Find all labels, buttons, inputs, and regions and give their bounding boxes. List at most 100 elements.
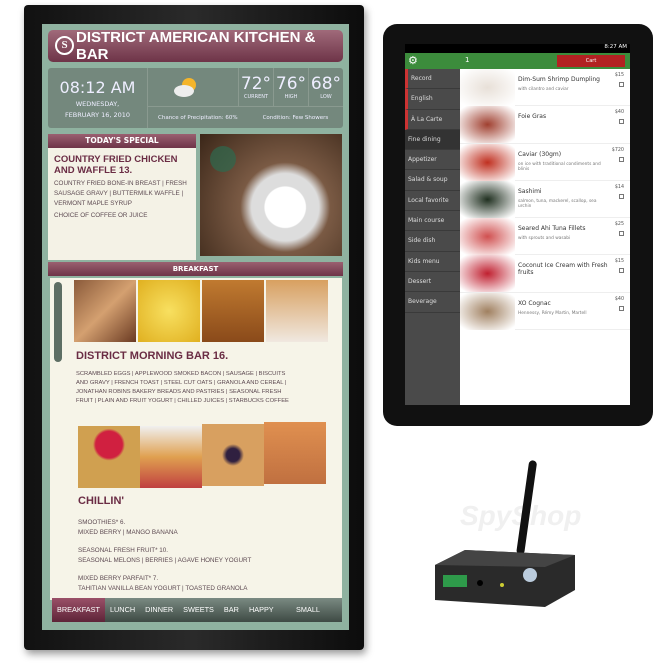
date: FEBRUARY 16, 2010 [64, 111, 131, 119]
food-image [202, 424, 264, 486]
item-checkbox[interactable] [619, 156, 624, 162]
chillin-items: SMOOTHIES* 6. MIXED BERRY | MANGO BANANA … [78, 518, 278, 594]
food-thumbnail [460, 292, 515, 330]
signage-screen: S DISTRICT AMERICAN KITCHEN & BAR 08:12 … [42, 24, 349, 630]
menu-item: SEASONAL FRESH FRUIT* 10. SEASONAL MELONS… [78, 547, 252, 564]
table-number: 1 [465, 56, 470, 64]
menu-list: Dim-Sum Shrimp Dumpling with cilantro and… [460, 69, 630, 331]
tablet-toolbar: ⚙ 1 Cart [405, 53, 630, 69]
section-header: BREAKFAST [48, 262, 343, 276]
sidebar-item[interactable]: Local favorite [405, 191, 460, 212]
item-desc: with cilantro and caviar [518, 87, 569, 92]
menu-item[interactable]: Seared Ahi Tuna Fillets with sprouts and … [460, 218, 630, 256]
item-price: $720 [611, 147, 624, 153]
food-image [138, 280, 200, 342]
restaurant-title: DISTRICT AMERICAN KITCHEN & BAR [76, 29, 316, 63]
menu-item[interactable]: Dim-Sum Shrimp Dumpling with cilantro and… [460, 69, 630, 107]
weather-details: Chance of Precipitation: 60% Condition: … [148, 106, 343, 128]
item-name: XO Cognac [518, 299, 551, 307]
sidebar-item[interactable]: Kids menu [405, 252, 460, 272]
special-desc: COUNTRY FRIED BONE-IN BREAST | FRESH SAU… [54, 180, 187, 207]
sidebar-item[interactable]: Main course [405, 211, 460, 232]
food-thumbnail [460, 143, 515, 181]
nav-small-plates[interactable]: SMALL PLATES [291, 598, 342, 630]
item-price: $14 [614, 184, 624, 190]
item-desc: on ice with traditional condiments and b… [518, 161, 601, 173]
menu-item: MIXED BERRY PARFAIT* 7. TAHITIAN VANILLA … [78, 575, 248, 592]
nav-lunch[interactable]: LUNCH [105, 598, 140, 622]
menu-item[interactable]: Foie Gras $40 [460, 106, 630, 144]
item-price: $25 [614, 222, 624, 228]
item-name: Sashimi [518, 187, 542, 195]
food-image [264, 422, 326, 484]
tablet-screen: 8:27 AM ⚙ 1 Cart Record English À La Carte… [405, 44, 630, 405]
chillin-title: CHILLIN' [78, 495, 124, 507]
item-name: Seared Ahi Tuna Fillets [518, 225, 586, 233]
status-bar: 8:27 AM [405, 44, 630, 53]
menu-item: SMOOTHIES* 6. MIXED BERRY | MANGO BANANA [78, 519, 178, 536]
food-thumbnail [460, 69, 515, 106]
menu-item[interactable]: Coconut Ice Cream with Fresh fruits $15 [460, 255, 630, 293]
time: 08:12 AM [59, 78, 136, 97]
menu-item[interactable]: Sashimi salmon, tuna, mackerel, scallop, … [460, 180, 630, 219]
item-name: Caviar (30gm) [518, 150, 562, 158]
todays-special: TODAY'S SPECIAL COUNTRY FRIED CHICKEN AN… [48, 134, 196, 260]
item-checkbox[interactable] [619, 305, 624, 311]
nav-dinner[interactable]: DINNER [140, 598, 178, 622]
category-sidebar: Record English À La Carte Fine dining Appeti… [405, 69, 460, 405]
scrollbar[interactable] [54, 282, 62, 362]
item-name: Coconut Ice Cream with Fresh fruits [518, 262, 608, 277]
item-name: Dim-Sum Shrimp Dumpling [518, 76, 600, 83]
sidebar-item[interactable]: À La Carte [405, 109, 460, 130]
food-image [266, 280, 328, 342]
wireless-gateway-device [435, 460, 575, 607]
breakfast-menu: DISTRICT MORNING BAR 16. SCRAMBLED EGGS … [50, 278, 342, 600]
starbucks-logo [210, 146, 236, 172]
sidebar-item[interactable]: Side dish [405, 231, 460, 252]
morning-desc: SCRAMBLED EGGS | APPLEWOOD SMOKED BACON … [76, 371, 289, 404]
item-price: $40 [614, 110, 624, 116]
nav-happy-hour[interactable]: HAPPY HOUR [244, 598, 291, 630]
special-title: COUNTRY FRIED CHICKEN AND WAFFLE 13. [54, 154, 178, 176]
item-checkbox[interactable] [619, 119, 624, 125]
coffee-image [200, 134, 342, 256]
logo: S [55, 36, 74, 55]
nav-sweets[interactable]: SWEETS [178, 598, 219, 622]
sidebar-item[interactable]: Record [405, 69, 460, 90]
item-checkbox[interactable] [619, 82, 624, 87]
sidebar-item[interactable]: Appetizer [405, 150, 460, 171]
item-desc: Hennessy, Rémy Martin, Martell [518, 310, 587, 316]
gear-icon[interactable]: ⚙ [408, 54, 418, 67]
food-thumbnail [460, 255, 515, 293]
partly-cloudy-icon [174, 78, 196, 97]
item-checkbox[interactable] [619, 193, 624, 199]
temp-low: 68° LOW [308, 68, 343, 106]
food-thumbnail [460, 218, 515, 256]
cart-button[interactable]: Cart [557, 55, 625, 67]
food-thumbnail [460, 106, 515, 144]
clock: 08:12 AM WEDNESDAY, FEBRUARY 16, 2010 [48, 68, 148, 128]
sidebar-item[interactable]: English [405, 89, 460, 110]
temp-high: 76° HIGH [273, 68, 308, 106]
sidebar-item[interactable]: Dessert [405, 272, 460, 293]
morning-title: DISTRICT MORNING BAR 16. [76, 350, 229, 362]
temp-current: 72° CURRENT [238, 68, 273, 106]
sidebar-item[interactable]: Beverage [405, 292, 460, 313]
item-price: $15 [614, 259, 624, 265]
food-image [78, 426, 140, 488]
menu-item[interactable]: XO Cognac Hennessy, Rémy Martin, Martell $… [460, 292, 630, 331]
nav-breakfast[interactable]: BREAKFAST [52, 598, 105, 622]
food-image [202, 280, 264, 342]
item-checkbox[interactable] [619, 268, 624, 274]
nav-bar[interactable]: BAR [219, 598, 244, 622]
sidebar-item[interactable]: Fine dining [405, 129, 460, 151]
item-desc: salmon, tuna, mackerel, scallop, sea urc… [518, 198, 597, 210]
sidebar-item[interactable]: Salad & soup [405, 170, 460, 191]
item-price: $40 [614, 296, 624, 302]
menu-item[interactable]: Caviar (30gm) on ice with traditional con… [460, 143, 630, 181]
signage-nav: BREAKFAST LUNCH DINNER SWEETS BAR HAPPY … [52, 598, 342, 630]
food-thumbnail [460, 180, 515, 218]
weather-panel: 08:12 AM WEDNESDAY, FEBRUARY 16, 2010 72… [48, 68, 343, 128]
item-checkbox[interactable] [619, 231, 624, 237]
special-extra: CHOICE OF COFFEE OR JUICE [54, 212, 148, 219]
